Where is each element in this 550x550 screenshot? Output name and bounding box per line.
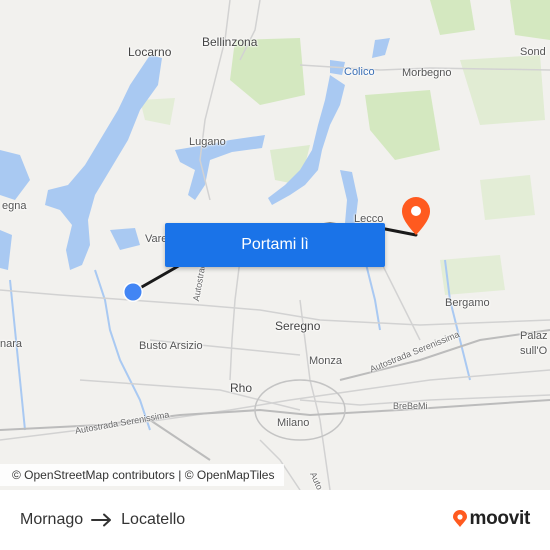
- place-label-milano: Milano: [277, 417, 310, 429]
- route-destination: Locatello: [121, 511, 186, 528]
- place-label-bergamo: Bergamo: [445, 297, 490, 309]
- place-label-bellinzona: Bellinzona: [202, 35, 258, 49]
- route-origin: Mornago: [20, 511, 84, 528]
- map-attribution[interactable]: © OpenStreetMap contributors | © OpenMap…: [0, 464, 285, 486]
- moovit-logo-text: moovit: [469, 508, 531, 529]
- moovit-logo[interactable]: moovit: [452, 508, 530, 530]
- portami-li-button[interactable]: Portami lì: [165, 223, 385, 267]
- place-label-monza: Monza: [309, 355, 343, 367]
- place-label-seregno: Seregno: [275, 319, 321, 333]
- route-summary: Mornago Locatello: [20, 511, 185, 529]
- moovit-logo-icon: [452, 510, 468, 528]
- origin-dot-icon: [123, 282, 143, 302]
- place-label-locarno: Locarno: [128, 45, 172, 59]
- place-label-sondrio: Sond: [520, 46, 546, 58]
- place-label-lugano: Lugano: [189, 136, 226, 148]
- map[interactable]: Locarno Bellinzona Sond Colico Morbegno …: [0, 0, 550, 490]
- place-label-rho: Rho: [230, 381, 253, 395]
- arrow-right-icon: [91, 513, 113, 527]
- footer-bar: Mornago Locatello moovit: [0, 490, 550, 550]
- place-label-palazzolo-1: Palaz: [520, 330, 548, 342]
- destination-pin-icon: [402, 197, 430, 235]
- place-label-morbegno: Morbegno: [402, 67, 452, 79]
- place-label-palazzolo-2: sull'O: [520, 345, 548, 357]
- major-roads: [0, 329, 550, 461]
- place-label-busto-arsizio: Busto Arsizio: [139, 340, 203, 352]
- place-label-verbania: egna: [2, 200, 27, 212]
- road-label-brebemi: BreBeMi: [393, 401, 428, 411]
- place-label-colico: Colico: [344, 66, 375, 78]
- place-label-novara: nara: [0, 338, 23, 350]
